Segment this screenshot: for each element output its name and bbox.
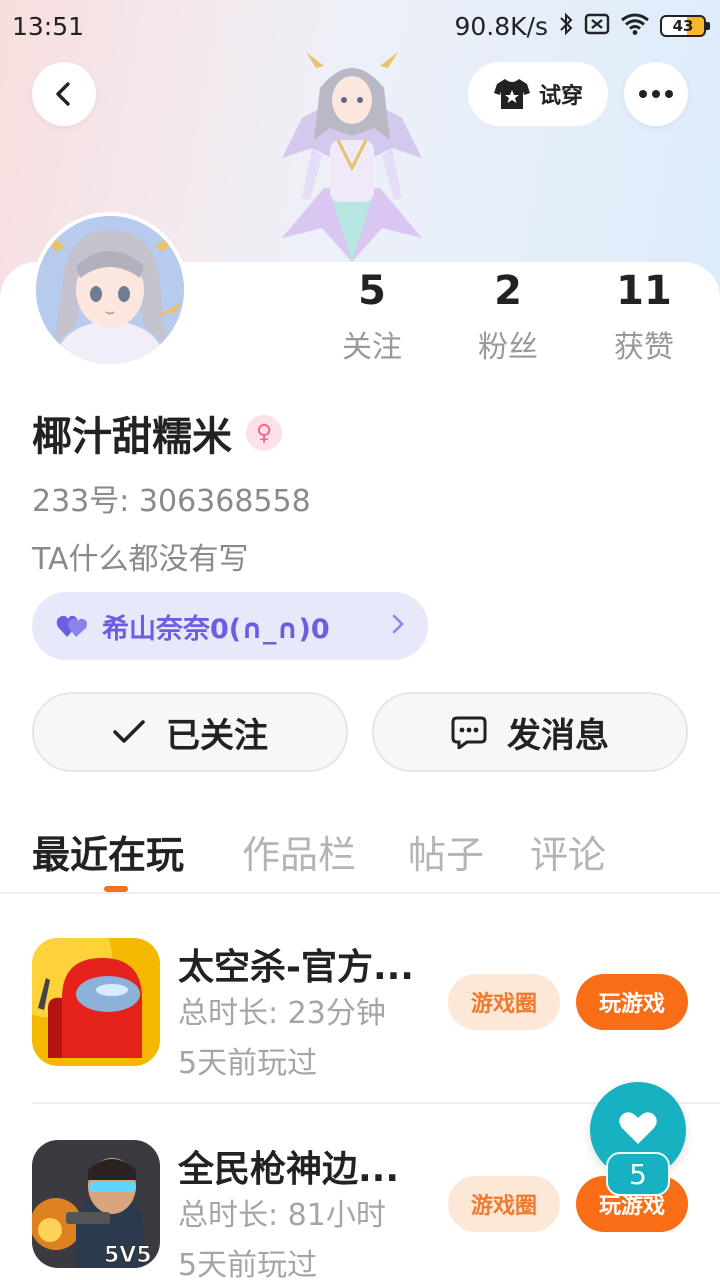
likes-count: 11 bbox=[616, 268, 672, 314]
chat-bubble-icon bbox=[451, 716, 487, 749]
tab-comments[interactable]: 评论 bbox=[530, 824, 606, 879]
game-playtime: 总时长: 23分钟 bbox=[178, 996, 386, 1031]
followers-count: 2 bbox=[494, 268, 522, 314]
tabs-divider bbox=[0, 892, 720, 894]
likes-label: 获赞 bbox=[614, 330, 674, 365]
game-last-played: 5天前玩过 bbox=[178, 1248, 318, 1280]
send-message-button[interactable]: 发消息 bbox=[372, 692, 688, 772]
status-bar: 13:51 90.8K/s 43 bbox=[0, 0, 720, 52]
following-count: 5 bbox=[358, 268, 386, 314]
shooter-game-icon: 5V5 bbox=[32, 1140, 160, 1268]
back-arrow-icon bbox=[56, 82, 70, 106]
battery-indicator: 43 bbox=[660, 15, 710, 37]
game-title: 太空杀-官方... bbox=[178, 947, 414, 988]
stat-likes[interactable]: 11 获赞 bbox=[584, 268, 704, 366]
status-indicators: 90.8K/s 43 bbox=[454, 11, 710, 41]
battery-level: 43 bbox=[672, 17, 694, 35]
like-count-badge: 5 bbox=[606, 1152, 670, 1196]
female-gender-icon: ♀ bbox=[246, 415, 282, 451]
game-playtime: 总时长: 81小时 bbox=[178, 1198, 386, 1233]
more-options-button[interactable] bbox=[624, 62, 688, 126]
more-dots-icon bbox=[639, 90, 673, 98]
try-on-label: 试穿 bbox=[538, 84, 583, 109]
username: 椰汁甜糯米 ♀ bbox=[32, 404, 282, 462]
chevron-right-icon bbox=[392, 612, 404, 640]
heart-icon bbox=[619, 1112, 657, 1144]
game-last-played: 5天前玩过 bbox=[178, 1046, 318, 1081]
user-id[interactable]: 233号: 306368558 bbox=[32, 476, 311, 520]
stat-following[interactable]: 5 关注 bbox=[312, 268, 432, 366]
cp-name: 希山奈奈0(∩_∩)0 bbox=[102, 613, 330, 645]
profile-stats: 5 关注 2 粉丝 11 获赞 bbox=[0, 268, 720, 368]
wifi-icon bbox=[620, 12, 650, 41]
game-list-item[interactable]: 太空杀-官方... 总时长: 23分钟 5天前玩过 游戏圈 玩游戏 bbox=[0, 938, 720, 1108]
game-circle-button[interactable]: 游戏圈 bbox=[448, 974, 560, 1030]
tab-posts[interactable]: 帖子 bbox=[408, 824, 484, 879]
no-sim-icon bbox=[584, 12, 610, 41]
space-game-icon bbox=[32, 938, 160, 1066]
tab-recently-played[interactable]: 最近在玩 bbox=[32, 824, 184, 879]
game-circle-button[interactable]: 游戏圈 bbox=[448, 1176, 560, 1232]
status-time: 13:51 bbox=[12, 11, 85, 41]
back-button[interactable] bbox=[32, 62, 96, 126]
followed-button[interactable]: 已关注 bbox=[32, 692, 348, 772]
avatar-character-figure[interactable] bbox=[262, 48, 442, 264]
double-heart-icon bbox=[56, 615, 87, 637]
shooter-icon-label: 5V5 bbox=[104, 1243, 152, 1268]
profile-tabs: 最近在玩 作品栏 帖子 评论 bbox=[0, 818, 720, 892]
followers-label: 粉丝 bbox=[478, 330, 538, 365]
try-on-button[interactable]: 试穿 bbox=[468, 62, 608, 126]
followed-label: 已关注 bbox=[166, 715, 268, 756]
stat-followers[interactable]: 2 粉丝 bbox=[448, 268, 568, 366]
play-game-button[interactable]: 玩游戏 bbox=[576, 974, 688, 1030]
following-label: 关注 bbox=[342, 330, 402, 365]
send-message-label: 发消息 bbox=[507, 715, 609, 756]
tab-works[interactable]: 作品栏 bbox=[242, 824, 356, 879]
user-bio: TA什么都没有写 bbox=[32, 542, 249, 577]
checkmark-icon bbox=[113, 720, 145, 743]
tshirt-icon bbox=[493, 79, 530, 109]
bluetooth-icon bbox=[558, 12, 574, 40]
username-text: 椰汁甜糯米 bbox=[32, 414, 232, 460]
network-speed: 90.8K/s bbox=[454, 11, 548, 41]
cp-relationship-pill[interactable]: 希山奈奈0(∩_∩)0 bbox=[32, 592, 428, 660]
game-title: 全民枪神边... bbox=[178, 1149, 400, 1190]
